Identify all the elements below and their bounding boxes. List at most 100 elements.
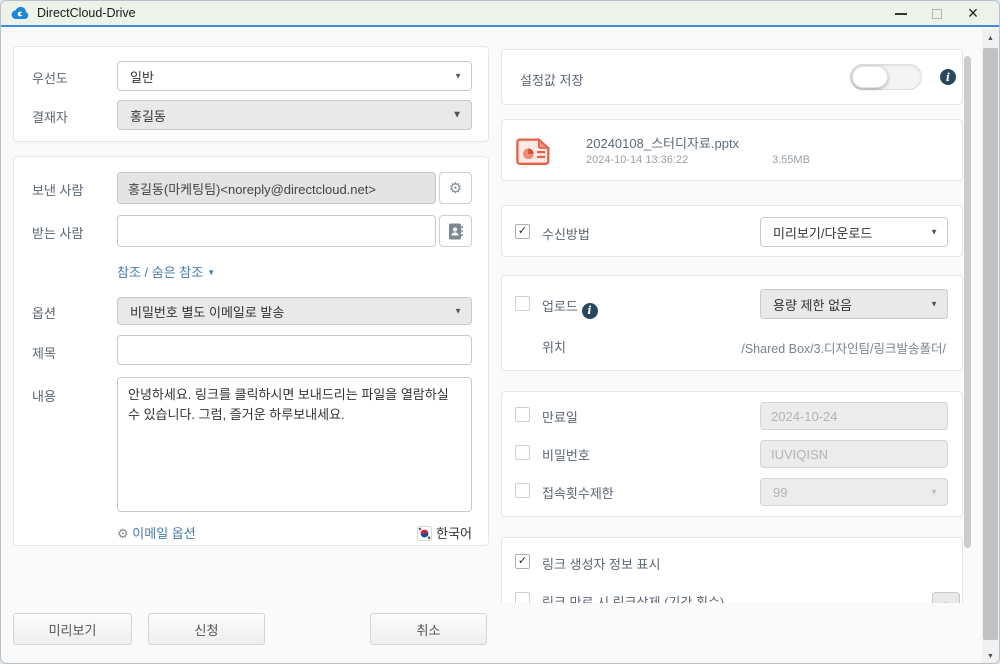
chevron-down-icon: ▼ — [454, 307, 462, 316]
maximize-button[interactable] — [919, 2, 955, 26]
location-label: 위치 — [542, 337, 566, 356]
creator-info-label: 링크 생성자 정보 표시 — [542, 554, 660, 573]
body-textarea[interactable] — [117, 377, 472, 512]
gear-icon: ⚙ — [117, 527, 129, 542]
scroll-up-icon: ▲ — [987, 35, 994, 42]
location-path: /Shared Box/3.디자인팀/링크발송폴더/ — [741, 338, 946, 357]
approval-card: 우선도 일반 ▼ 결재자 홍길동 ▼ — [13, 46, 489, 142]
password-label: 비밀번호 — [542, 445, 590, 464]
sender-label: 보낸 사람 — [32, 180, 83, 199]
title-bar: DirectCloud-Drive × — [1, 1, 999, 27]
approver-label: 결재자 — [32, 107, 68, 126]
save-settings-label: 설정값 저장 — [520, 70, 583, 89]
scroll-down-icon: ▼ — [987, 653, 994, 660]
upload-checkbox[interactable] — [515, 296, 530, 311]
priority-select[interactable]: 일반 ▼ — [117, 61, 472, 91]
link-delete-checkbox[interactable] — [515, 592, 530, 603]
info-icon[interactable]: i — [940, 69, 956, 85]
scroll-up-button[interactable]: ▲ — [982, 29, 999, 47]
recipient-input[interactable] — [117, 215, 436, 247]
chevron-down-icon: ▼ — [930, 228, 938, 237]
access-limit-checkbox[interactable] — [515, 483, 530, 498]
address-book-button[interactable] — [439, 215, 472, 247]
reception-label: 수신방법 — [542, 224, 590, 243]
scrollbar-thumb[interactable] — [983, 48, 998, 640]
pptx-file-icon — [515, 132, 553, 170]
toggle-knob — [852, 66, 888, 88]
app-window: DirectCloud-Drive × 우선도 일반 ▼ 결재자 홍길동 ▼ 보… — [0, 0, 1000, 664]
link-delete-select[interactable]: ▼ — [932, 592, 960, 603]
chevron-down-icon: ▼ — [930, 300, 938, 309]
maximize-icon — [932, 9, 942, 19]
priority-value: 일반 — [130, 67, 154, 86]
gear-icon: ⚙ — [449, 181, 462, 196]
cancel-button[interactable]: 취소 — [370, 613, 487, 645]
option-select[interactable]: 비밀번호 별도 이메일로 발송 ▼ — [117, 297, 472, 325]
email-options-label: 이메일 옵션 — [132, 526, 195, 541]
upload-label: 업로드 i — [542, 296, 598, 319]
mail-card: 보낸 사람 ⚙ 받는 사람 참조 / 숨은 참조 ▼ 옵션 비밀번호 별도 이메일… — [13, 156, 489, 546]
reception-card: ✓ 수신방법 미리보기/다운로드 ▼ — [501, 205, 963, 257]
apply-button[interactable]: 신청 — [148, 613, 265, 645]
check-icon: ✓ — [518, 226, 527, 237]
option-label: 옵션 — [32, 303, 56, 322]
file-size: 3.55MB — [772, 154, 810, 166]
cc-bcc-label: 참조 / 숨은 참조 — [117, 265, 203, 280]
link-delete-label: 링크 만료 시 링크삭제 (기간,횟수) — [542, 592, 724, 603]
approver-select[interactable]: 홍길동 ▼ — [117, 100, 472, 130]
subject-label: 제목 — [32, 343, 56, 362]
upload-limit-select[interactable]: 용량 제한 없음 ▼ — [760, 289, 948, 319]
upload-limit-value: 용량 제한 없음 — [773, 295, 852, 314]
save-settings-card: 설정값 저장 i — [501, 49, 963, 105]
upload-card: 업로드 i 용량 제한 없음 ▼ 위치 /Shared Box/3.디자인팀/링… — [501, 275, 963, 371]
scroll-down-button[interactable]: ▼ — [982, 647, 999, 664]
check-icon: ✓ — [518, 556, 527, 567]
close-button[interactable]: × — [955, 2, 991, 26]
password-checkbox[interactable] — [515, 445, 530, 460]
priority-label: 우선도 — [32, 68, 68, 87]
access-limit-value: 99 — [773, 485, 787, 500]
file-card: 20240108_스터디자료.pptx 2024-10-14 13:36:22 … — [501, 119, 963, 181]
chevron-down-icon: ▼ — [452, 110, 462, 121]
recipient-label: 받는 사람 — [32, 223, 83, 242]
link-options-card: ✓ 링크 생성자 정보 표시 링크 만료 시 링크삭제 (기간,횟수) ▼ — [501, 537, 963, 603]
access-limit-label: 접속횟수제한 — [542, 483, 614, 502]
email-options-link[interactable]: ⚙ 이메일 옵션 — [117, 523, 196, 542]
access-limit-select: 99 ▼ — [760, 478, 948, 506]
creator-info-checkbox[interactable]: ✓ — [515, 554, 530, 569]
sender-input — [117, 172, 436, 204]
close-icon: × — [968, 4, 979, 22]
expiry-checkbox[interactable] — [515, 407, 530, 422]
panel-scrollbar-thumb[interactable] — [964, 56, 971, 548]
sender-settings-button[interactable]: ⚙ — [439, 172, 472, 204]
preview-button[interactable]: 미리보기 — [13, 613, 132, 645]
chevron-down-icon: ▼ — [942, 601, 950, 604]
korean-flag-icon — [417, 526, 432, 541]
option-value: 비밀번호 별도 이메일로 발송 — [130, 302, 284, 321]
subject-input[interactable] — [117, 335, 472, 365]
window-scrollbar[interactable]: ▲ ▼ — [982, 29, 999, 664]
language-selector[interactable]: 한국어 — [417, 523, 472, 542]
chevron-down-icon: ▼ — [207, 268, 215, 277]
minimize-icon — [895, 13, 907, 15]
password-input — [760, 440, 948, 468]
cc-bcc-link[interactable]: 참조 / 숨은 참조 ▼ — [117, 262, 215, 281]
minimize-button[interactable] — [883, 2, 919, 26]
language-label: 한국어 — [436, 526, 472, 541]
chevron-down-icon: ▼ — [930, 488, 938, 497]
reception-checkbox[interactable]: ✓ — [515, 224, 530, 239]
body-label: 내용 — [32, 386, 56, 405]
approver-value: 홍길동 — [130, 106, 166, 125]
save-settings-toggle[interactable] — [850, 64, 922, 90]
address-book-icon — [448, 223, 463, 240]
restrictions-card: 만료일 비밀번호 접속횟수제한 99 ▼ — [501, 391, 963, 517]
file-name: 20240108_스터디자료.pptx — [586, 133, 739, 152]
app-logo-icon — [11, 6, 29, 20]
chevron-down-icon: ▼ — [454, 72, 462, 81]
file-modified: 2024-10-14 13:36:22 — [586, 154, 688, 166]
expiry-input — [760, 402, 948, 430]
reception-select[interactable]: 미리보기/다운로드 ▼ — [760, 217, 948, 247]
info-icon[interactable]: i — [582, 303, 598, 319]
expiry-label: 만료일 — [542, 407, 578, 426]
window-title: DirectCloud-Drive — [37, 6, 136, 20]
